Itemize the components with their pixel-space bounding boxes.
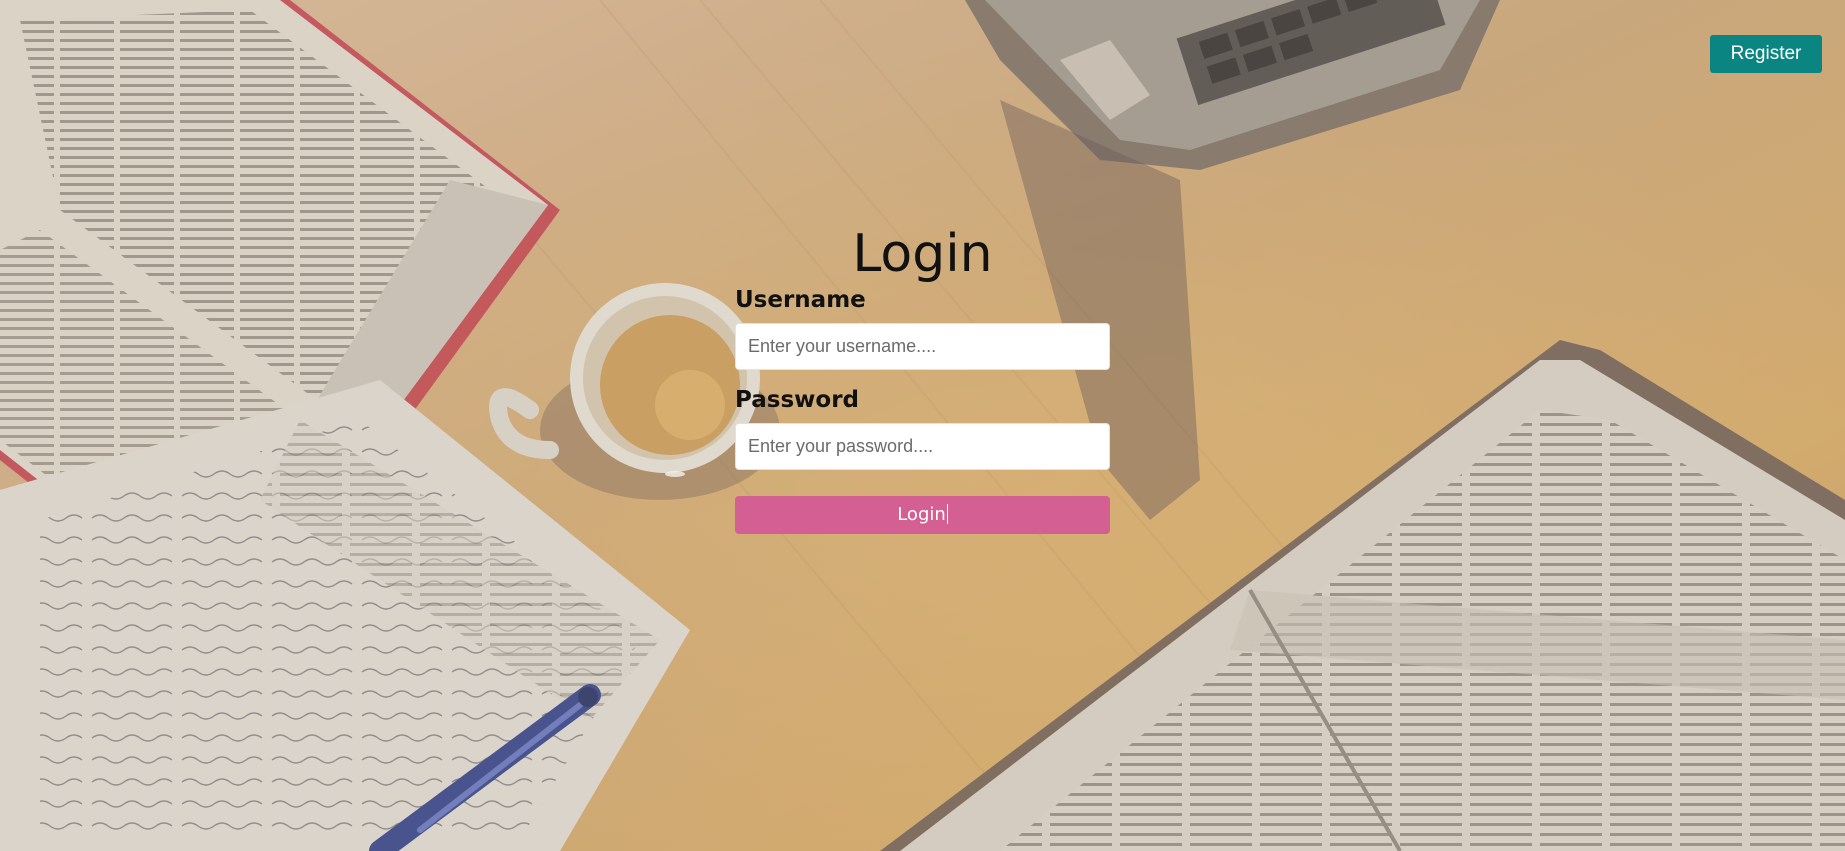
password-label: Password bbox=[735, 387, 859, 413]
password-input[interactable] bbox=[735, 423, 1110, 470]
register-button[interactable]: Register bbox=[1710, 35, 1822, 73]
text-cursor bbox=[946, 504, 948, 524]
login-form: Login Username Password Login bbox=[735, 216, 1110, 534]
login-title: Login bbox=[852, 224, 993, 284]
login-button[interactable]: Login bbox=[735, 496, 1110, 534]
username-input[interactable] bbox=[735, 323, 1110, 370]
login-button-label: Login bbox=[897, 504, 946, 525]
login-page: Register Login Username Password Login bbox=[0, 0, 1845, 851]
